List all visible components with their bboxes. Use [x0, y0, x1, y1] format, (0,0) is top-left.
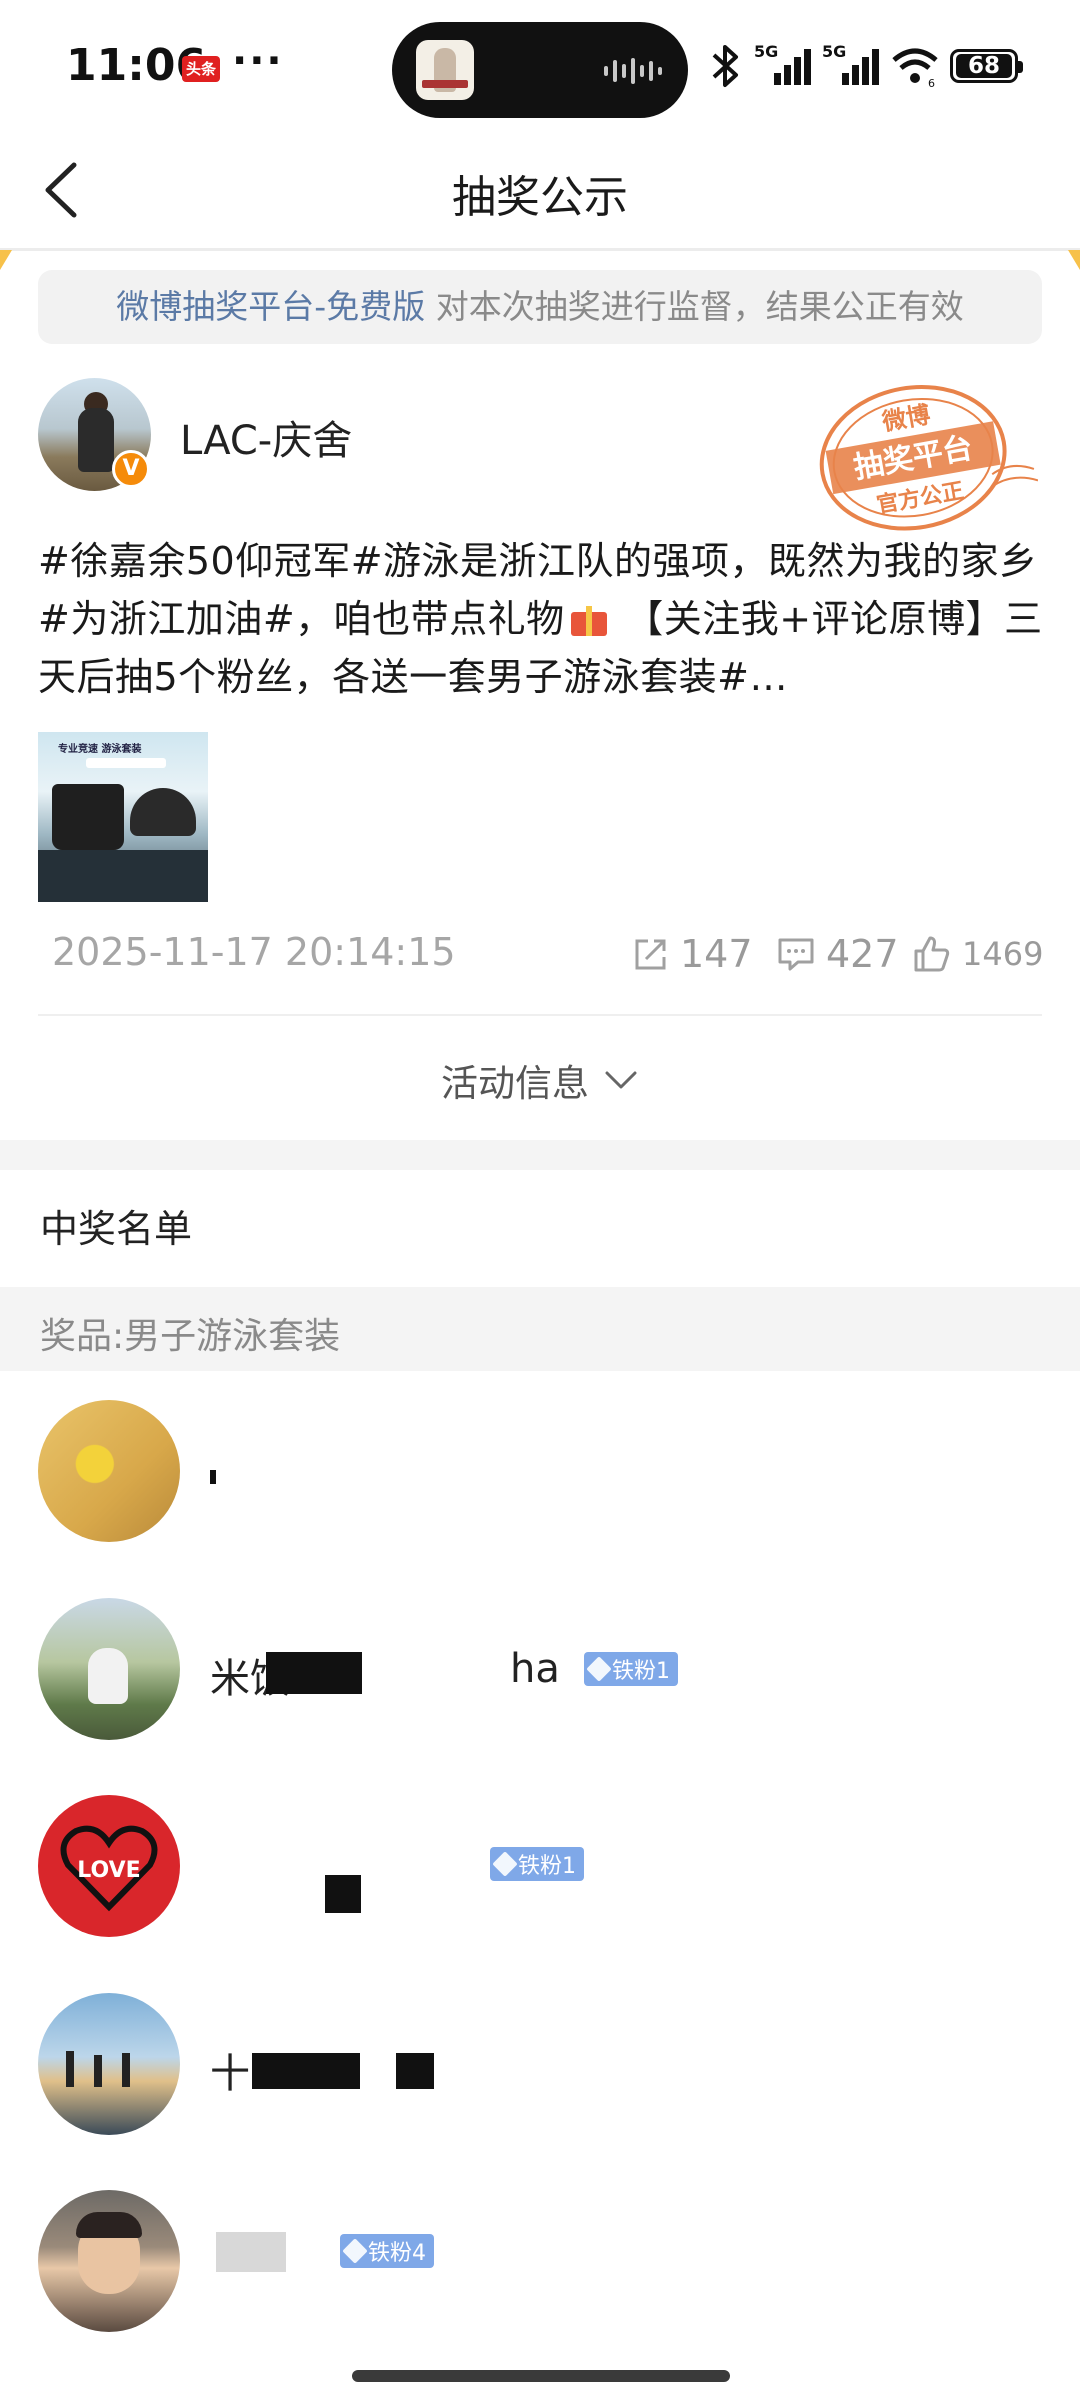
thumbs-up-icon [914, 936, 950, 972]
battery-level: 68 [956, 54, 1012, 78]
like-button[interactable]: 1469 [912, 924, 1043, 984]
post-date: 2025-11-17 20:14:15 [52, 930, 456, 974]
signal-5g-1-icon: 5G [754, 42, 811, 85]
battery-icon: 68 [950, 49, 1023, 83]
corner-decoration-right [1068, 250, 1080, 270]
name-redaction [252, 2053, 360, 2089]
winners-section-title: 中奖名单 [40, 1207, 193, 1251]
love-united-logo-icon: LOVE [60, 1825, 158, 1912]
winner-avatar[interactable] [38, 1400, 180, 1542]
prize-label: 奖品:男子游泳套装 [40, 1316, 341, 1357]
content-divider [38, 1014, 1042, 1016]
name-redaction [210, 1470, 216, 1484]
fan-badge: 铁粉1 [490, 1847, 584, 1881]
fan-badge-label: 铁粉1 [612, 1659, 670, 1684]
fan-badge: 铁粉1 [584, 1652, 678, 1686]
lottery-announcement-page: 11:06 头条 ··· 5G 5G 6 68 抽奖公示 微博抽奖平台-免费版 … [0, 0, 1080, 2400]
post-meta-row: 2025-11-17 20:14:15 147 427 1469 [0, 920, 1080, 990]
diamond-icon [492, 1851, 518, 1877]
svg-text:5G: 5G [754, 42, 778, 61]
like-count: 1469 [962, 935, 1044, 973]
winner-name-tail: ha [510, 1646, 560, 1692]
verified-badge-icon: V [112, 450, 150, 488]
gift-emoji-icon [569, 600, 609, 636]
news-app-icon: 头条 [182, 56, 220, 82]
status-bar: 11:06 头条 ··· 5G 5G 6 68 [0, 0, 1080, 135]
platform-link[interactable]: 微博抽奖平台-免费版 [116, 287, 425, 326]
chevron-down-icon [605, 1071, 637, 1089]
name-redaction [396, 2053, 434, 2089]
winner-row[interactable]: 铁粉4 [0, 2190, 1080, 2360]
repost-count: 147 [680, 932, 753, 976]
nav-divider [0, 248, 1080, 251]
audio-wave-icon [604, 56, 662, 86]
winner-avatar[interactable] [38, 1993, 180, 2135]
page-title: 抽奖公示 [452, 172, 628, 223]
name-redaction [325, 1875, 361, 1913]
activity-info-label: 活动信息 [441, 1062, 589, 1105]
name-redaction [266, 1652, 362, 1694]
winner-row[interactable]: 十 [0, 1993, 1080, 2163]
winner-avatar[interactable]: LOVE [38, 1795, 180, 1937]
name-redaction [216, 2232, 286, 2272]
svg-text:LOVE: LOVE [77, 1858, 140, 1883]
prize-header: 奖品:男子游泳套装 [0, 1287, 1080, 1371]
winner-avatar[interactable] [38, 1598, 180, 1740]
notice-text: 对本次抽奖进行监督，结果公正有效 [425, 287, 964, 326]
winner-name: 十 [210, 2051, 250, 2097]
winner-row[interactable] [0, 1400, 1080, 1570]
comment-icon [778, 938, 814, 971]
svg-text:6: 6 [928, 77, 935, 88]
diamond-icon [586, 1656, 612, 1682]
music-app-icon [416, 40, 474, 100]
comment-button[interactable]: 427 [776, 924, 899, 984]
dynamic-island[interactable] [392, 22, 688, 118]
repost-button[interactable]: 147 [632, 924, 753, 984]
author-name[interactable]: LAC-庆舍 [180, 408, 352, 466]
home-indicator[interactable] [352, 2370, 730, 2382]
winner-avatar[interactable] [38, 2190, 180, 2332]
winner-row[interactable]: LOVE 铁粉1 [0, 1795, 1080, 1965]
nav-bar: 抽奖公示 [0, 135, 1080, 250]
thumb-caption: 专业竞速 游泳套装 [58, 744, 142, 755]
system-icons: 5G 5G 6 68 [708, 38, 1023, 94]
comment-count: 427 [826, 932, 899, 976]
repost-icon [635, 939, 666, 970]
wifi-icon: 6 [892, 48, 938, 88]
fan-badge-label: 铁粉1 [518, 1854, 576, 1879]
post-content[interactable]: #徐嘉余50仰冠军#游泳是浙江队的强项，既然为我的家乡#为浙江加油#，咱也带点礼… [38, 532, 1048, 706]
fan-badge: 铁粉4 [340, 2234, 434, 2268]
fan-badge-label: 铁粉4 [368, 2241, 426, 2266]
bluetooth-icon [712, 45, 738, 87]
lottery-platform-stamp: 微博 抽奖平台 官方公正 [819, 384, 1038, 531]
svg-text:5G: 5G [822, 42, 846, 61]
diamond-icon [342, 2238, 368, 2264]
stamp-top-text: 微博 [879, 400, 932, 436]
section-gap [0, 1140, 1080, 1170]
winner-row[interactable]: 米饭 ha 铁粉1 [0, 1598, 1080, 1768]
corner-decoration-left [0, 250, 12, 270]
signal-5g-2-icon: 5G [822, 42, 879, 85]
post-image-thumbnail[interactable]: 专业竞速 游泳套装 [38, 732, 208, 902]
more-notifications-icon: ··· [232, 38, 284, 84]
supervision-notice: 微博抽奖平台-免费版 对本次抽奖进行监督，结果公正有效 [38, 270, 1042, 344]
activity-info-toggle[interactable]: 活动信息 [0, 1045, 1080, 1115]
